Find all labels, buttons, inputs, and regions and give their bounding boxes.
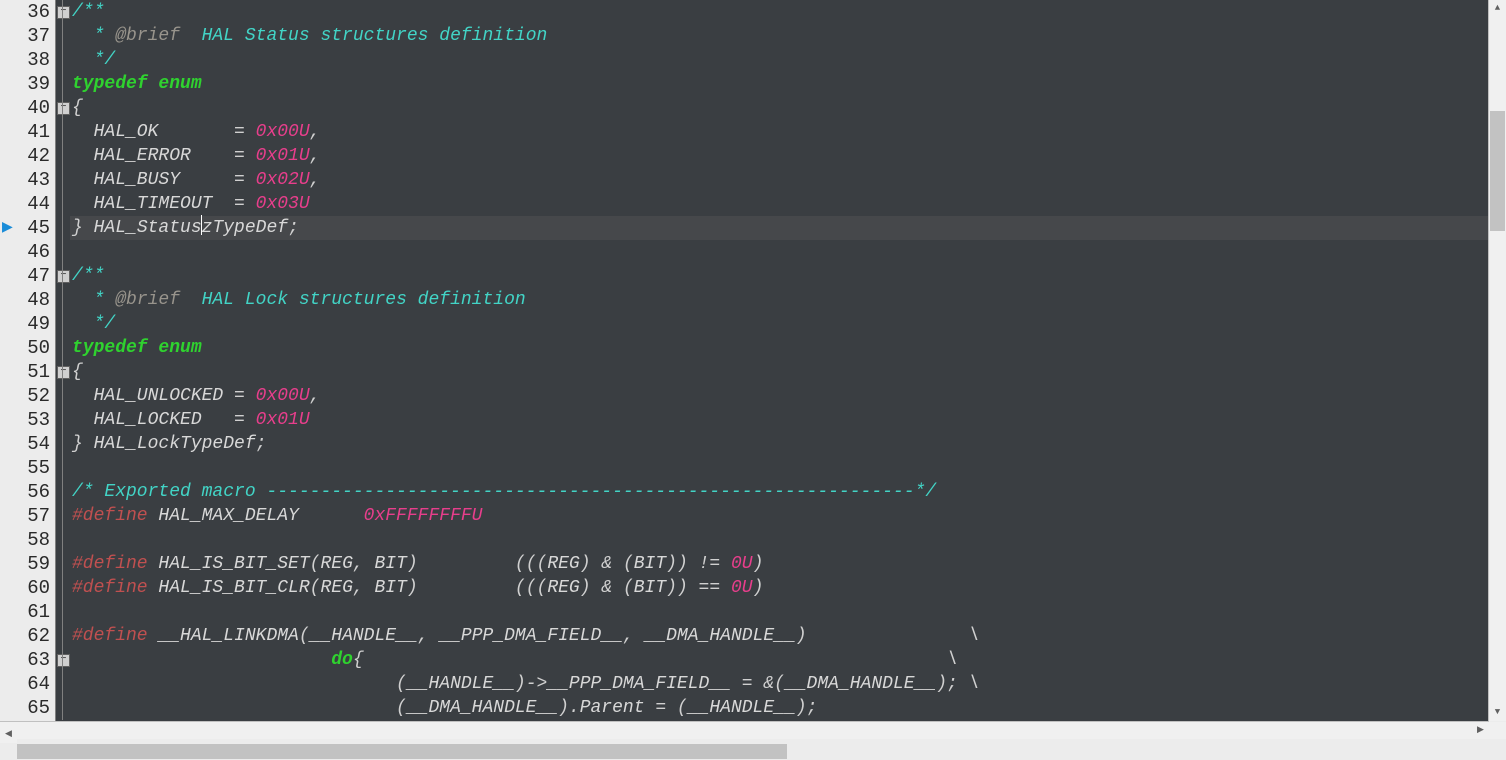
code-line[interactable]: (__DMA_HANDLE__).Parent = (__HANDLE__); bbox=[70, 696, 1506, 720]
scroll-up-button[interactable]: ▲ bbox=[1489, 0, 1506, 17]
code-line[interactable]: HAL_OK = 0x00U, bbox=[70, 120, 1506, 144]
scroll-right-button[interactable]: ▶ bbox=[1472, 722, 1489, 739]
line-number: 46 bbox=[18, 240, 50, 264]
code-line[interactable] bbox=[70, 600, 1506, 624]
code-line[interactable]: } HAL_LockTypeDef; bbox=[70, 432, 1506, 456]
vertical-scrollbar[interactable]: ▲ ▼ bbox=[1488, 0, 1506, 721]
code-line[interactable]: * @brief HAL Lock structures definition bbox=[70, 288, 1506, 312]
fold-toggle-icon[interactable]: − bbox=[57, 270, 70, 283]
code-text-area[interactable]: /** * @brief HAL Status structures defin… bbox=[70, 0, 1506, 721]
line-number: 41 bbox=[18, 120, 50, 144]
line-number: 47 bbox=[18, 264, 50, 288]
code-line[interactable]: * @brief HAL Status structures definitio… bbox=[70, 24, 1506, 48]
line-number: 38 bbox=[18, 48, 50, 72]
code-line[interactable]: #define HAL_MAX_DELAY 0xFFFFFFFFU bbox=[70, 504, 1506, 528]
line-number: 52 bbox=[18, 384, 50, 408]
line-number: 57 bbox=[18, 504, 50, 528]
code-line[interactable]: typedef enum bbox=[70, 72, 1506, 96]
scroll-down-button[interactable]: ▼ bbox=[1489, 704, 1506, 721]
line-number: 44 bbox=[18, 192, 50, 216]
horizontal-scroll-track[interactable] bbox=[17, 743, 1472, 760]
text-caret bbox=[201, 215, 202, 235]
line-number: 59 bbox=[18, 552, 50, 576]
horizontal-scroll-thumb[interactable] bbox=[17, 744, 787, 759]
code-line[interactable] bbox=[70, 456, 1506, 480]
code-line[interactable]: { bbox=[70, 96, 1506, 120]
code-line[interactable]: #define HAL_IS_BIT_SET(REG, BIT) (((REG)… bbox=[70, 552, 1506, 576]
fold-toggle-icon[interactable]: − bbox=[57, 654, 70, 667]
line-number: 64 bbox=[18, 672, 50, 696]
line-number: 65 bbox=[18, 696, 50, 720]
line-number: 54 bbox=[18, 432, 50, 456]
code-line[interactable]: #define __HAL_LINKDMA(__HANDLE__, __PPP_… bbox=[70, 624, 1506, 648]
code-line[interactable]: { bbox=[70, 360, 1506, 384]
code-line[interactable]: } HAL_StatuszTypeDef; bbox=[70, 216, 1506, 240]
code-line[interactable]: /** bbox=[70, 0, 1506, 24]
vertical-scroll-thumb[interactable] bbox=[1490, 111, 1505, 231]
line-number: 58 bbox=[18, 528, 50, 552]
fold-toggle-icon[interactable]: − bbox=[57, 6, 70, 19]
line-number: 55 bbox=[18, 456, 50, 480]
fold-toggle-icon[interactable]: − bbox=[57, 366, 70, 379]
execution-arrow-icon: ▶ bbox=[2, 219, 13, 236]
line-number: 61 bbox=[18, 600, 50, 624]
code-line[interactable]: HAL_BUSY = 0x02U, bbox=[70, 168, 1506, 192]
vertical-scroll-track[interactable] bbox=[1489, 17, 1506, 704]
code-line[interactable]: HAL_LOCKED = 0x01U bbox=[70, 408, 1506, 432]
line-number: 51 bbox=[18, 360, 50, 384]
line-number: 36 bbox=[18, 0, 50, 24]
code-line[interactable]: /* Exported macro ----------------------… bbox=[70, 480, 1506, 504]
fold-toggle-icon[interactable]: − bbox=[57, 102, 70, 115]
code-line[interactable]: do{ \ bbox=[70, 648, 1506, 672]
code-line[interactable]: #define HAL_IS_BIT_CLR(REG, BIT) (((REG)… bbox=[70, 576, 1506, 600]
scrollbar-corner bbox=[1489, 722, 1506, 739]
scroll-left-button[interactable]: ◀ bbox=[0, 726, 17, 743]
code-line[interactable]: */ bbox=[70, 312, 1506, 336]
line-number: 42 bbox=[18, 144, 50, 168]
code-line[interactable]: HAL_ERROR = 0x01U, bbox=[70, 144, 1506, 168]
line-number: 50 bbox=[18, 336, 50, 360]
line-number: 43 bbox=[18, 168, 50, 192]
line-number: 45 bbox=[18, 216, 50, 240]
code-line[interactable] bbox=[70, 528, 1506, 552]
line-number: 48 bbox=[18, 288, 50, 312]
code-line[interactable]: HAL_UNLOCKED = 0x00U, bbox=[70, 384, 1506, 408]
code-line[interactable]: (__HANDLE__)->__PPP_DMA_FIELD__ = &(__DM… bbox=[70, 672, 1506, 696]
code-line[interactable]: HAL_TIMEOUT = 0x03U bbox=[70, 192, 1506, 216]
line-number: 39 bbox=[18, 72, 50, 96]
code-editor: ▶ 36373839404142434445464748495051525354… bbox=[0, 0, 1506, 721]
line-number: 62 bbox=[18, 624, 50, 648]
code-line[interactable] bbox=[70, 240, 1506, 264]
line-number: 60 bbox=[18, 576, 50, 600]
fold-gutter: − − − − − bbox=[55, 0, 70, 721]
line-number: 40 bbox=[18, 96, 50, 120]
line-number: 37 bbox=[18, 24, 50, 48]
line-number: 63 bbox=[18, 648, 50, 672]
horizontal-scrollbar[interactable]: ◀ ▶ bbox=[0, 721, 1489, 739]
line-number: 49 bbox=[18, 312, 50, 336]
code-line[interactable]: typedef enum bbox=[70, 336, 1506, 360]
marker-gutter: ▶ bbox=[0, 0, 18, 721]
line-number-gutter: 3637383940414243444546474849505152535455… bbox=[18, 0, 55, 721]
line-number: 56 bbox=[18, 480, 50, 504]
line-number: 53 bbox=[18, 408, 50, 432]
code-line[interactable]: /** bbox=[70, 264, 1506, 288]
code-line[interactable]: */ bbox=[70, 48, 1506, 72]
